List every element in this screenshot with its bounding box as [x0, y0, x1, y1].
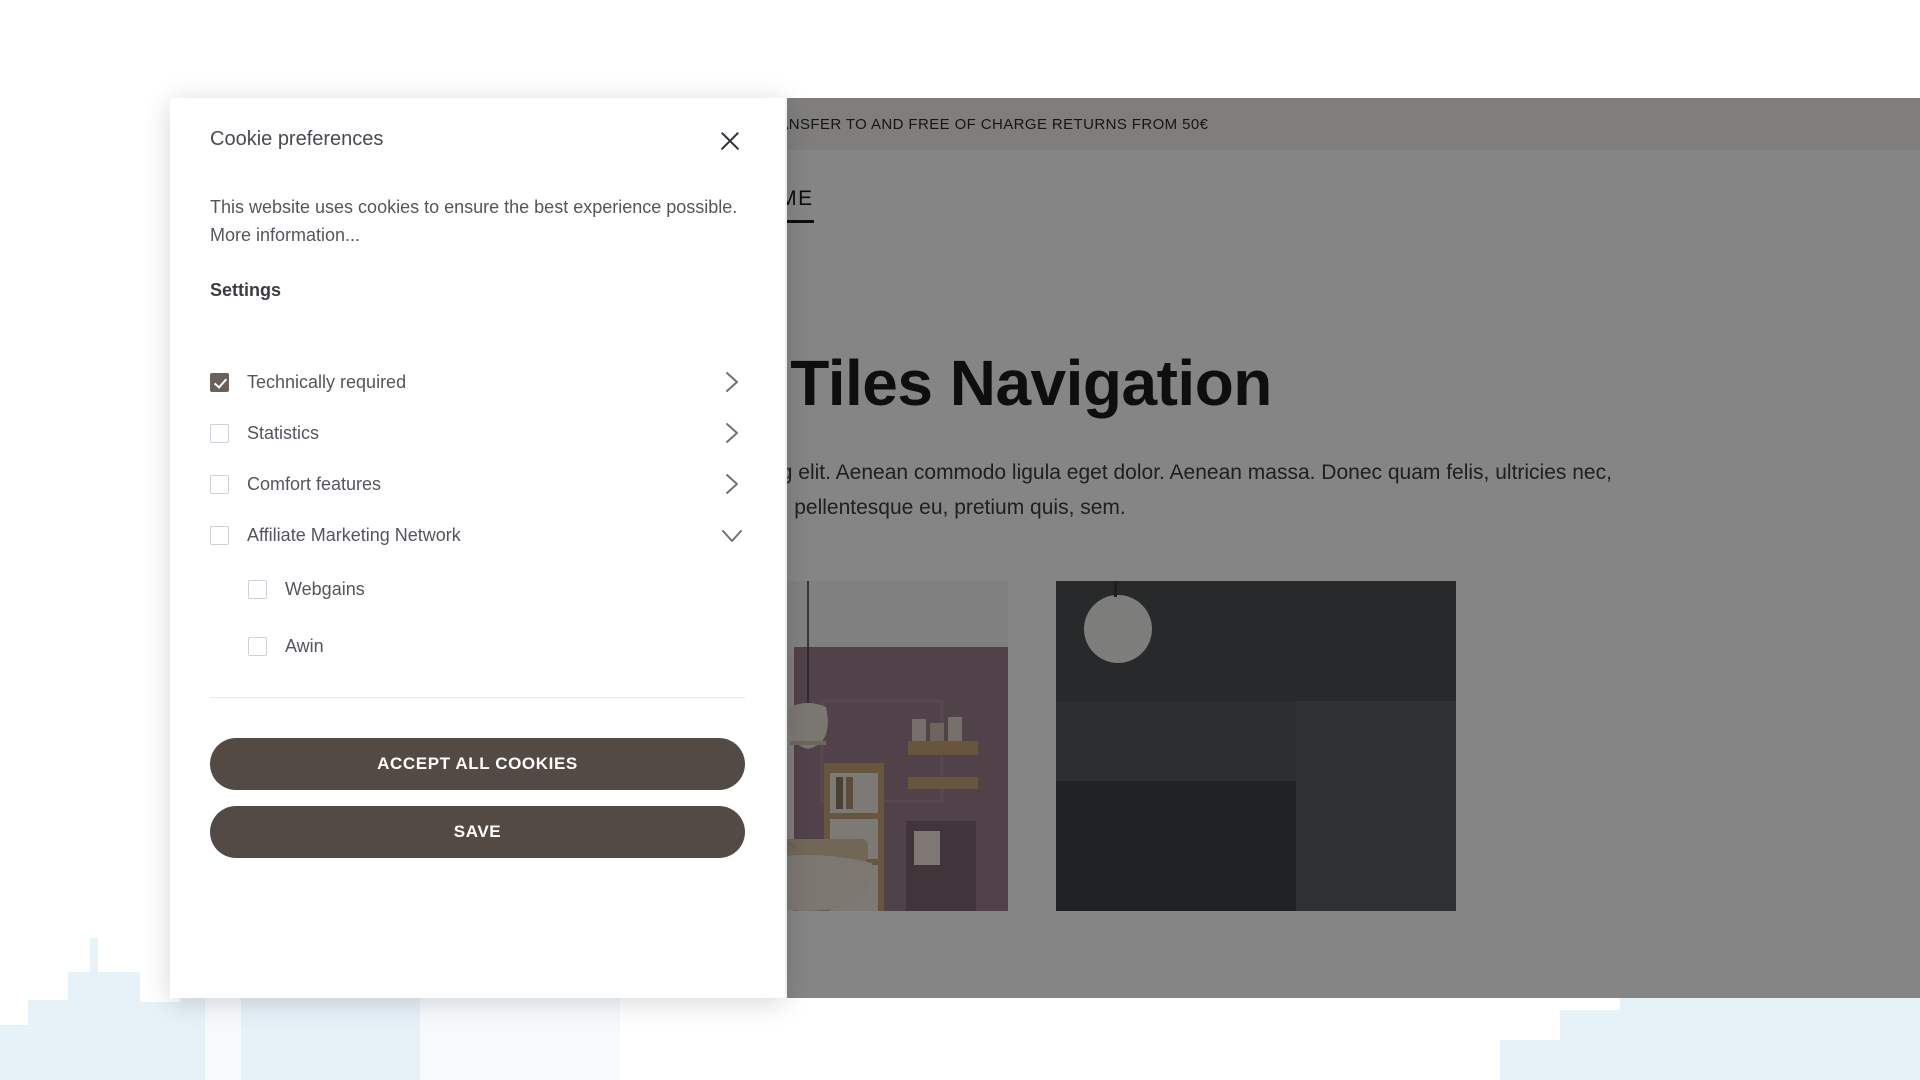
tile-grid	[787, 581, 1920, 912]
divider-bottom	[210, 696, 745, 698]
cookie-category-label: Statistics	[247, 422, 320, 443]
cookie-category-label: Comfort features	[247, 473, 382, 494]
checkbox-webgains[interactable]	[248, 579, 267, 599]
cookie-category-technically-required[interactable]: Technically required	[210, 357, 745, 408]
promo-banner: FREE TRANSFER TO AND FREE OF CHARGE RETU…	[787, 98, 1920, 150]
checkbox-awin[interactable]	[248, 636, 267, 656]
website-viewport: FREE TRANSFER TO AND FREE OF CHARGE RETU…	[787, 98, 1920, 998]
third-tile[interactable]	[1056, 581, 1456, 912]
cookie-subitem-label: Webgains	[285, 578, 365, 599]
checkbox-statistics[interactable]	[210, 423, 229, 443]
checkbox-comfort-features[interactable]	[210, 474, 229, 494]
cookie-category-comfort-features[interactable]: Comfort features	[210, 459, 745, 510]
hero-heading: Test Tiles Navigation	[787, 347, 1272, 419]
close-icon[interactable]	[715, 126, 745, 156]
cookie-category-list: Technically required Statistics Comfort …	[210, 357, 745, 675]
accept-all-cookies-button[interactable]: ACCEPT ALL COOKIES	[210, 737, 745, 790]
cookie-category-label: Technically required	[247, 371, 407, 392]
dialog-header: Cookie preferences	[210, 98, 745, 156]
chevron-down-icon[interactable]	[719, 522, 745, 548]
cookie-category-label: Affiliate Marketing Network	[247, 524, 461, 545]
dialog-intro-text: This website uses cookies to ensure the …	[210, 197, 738, 245]
cookie-category-affiliate-marketing-network[interactable]: Affiliate Marketing Network	[210, 510, 745, 561]
settings-heading: Settings	[210, 279, 282, 300]
bedroom-tile[interactable]	[787, 581, 1008, 912]
chevron-right-icon[interactable]	[719, 369, 745, 395]
hero-section: Test Tiles Navigation Lorem ipsum dolor …	[787, 260, 1920, 582]
cookie-subitem-webgains[interactable]: Webgains	[210, 561, 745, 618]
site-navbar: HOME . STYLE . HOME	[787, 150, 1920, 260]
save-button[interactable]: SAVE	[210, 805, 745, 858]
nav-item-home[interactable]: HOME	[787, 187, 814, 223]
promo-banner-text: FREE TRANSFER TO AND FREE OF CHARGE RETU…	[787, 115, 1209, 133]
hero-paragraph: Lorem ipsum dolor sit amet, consectetuer…	[787, 461, 1612, 519]
cookie-subitem-label: Awin	[285, 635, 324, 656]
chevron-right-icon[interactable]	[719, 420, 745, 446]
checkbox-technically-required[interactable]	[210, 372, 229, 392]
page-root: FREE TRANSFER TO AND FREE OF CHARGE RETU…	[0, 0, 1920, 1080]
cookie-category-statistics[interactable]: Statistics	[210, 408, 745, 459]
cookie-subitem-awin[interactable]: Awin	[210, 618, 745, 675]
checkbox-affiliate-marketing-network[interactable]	[210, 525, 229, 545]
dialog-actions: ACCEPT ALL COOKIES SAVE	[210, 675, 745, 1010]
dialog-title: Cookie preferences	[210, 128, 384, 150]
chevron-right-icon[interactable]	[719, 471, 745, 497]
cookie-preferences-dialog: Cookie preferences This website uses coo…	[170, 98, 785, 998]
